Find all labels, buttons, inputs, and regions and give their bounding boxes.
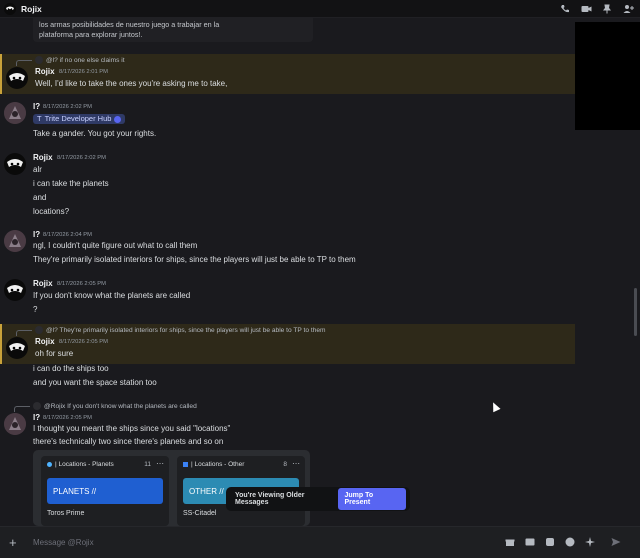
avatar[interactable] xyxy=(4,230,26,252)
column-banner: PLANETS // xyxy=(47,478,163,504)
author-name[interactable]: Rojix xyxy=(33,279,53,288)
column-count: 11 xyxy=(144,461,151,468)
message-list[interactable]: los armas posibilidades de nuestro juego… xyxy=(0,18,575,526)
add-attachment-icon[interactable]: + xyxy=(9,535,17,550)
chat-bubble-icon xyxy=(114,115,122,123)
more-options-icon: ⋯ xyxy=(156,459,164,468)
previous-message-card: los armas posibilidades de nuestro juego… xyxy=(33,18,313,42)
message-composer[interactable]: + Message @Rojix xyxy=(0,526,640,558)
message-text: ? xyxy=(33,305,38,314)
message-text: If you don't know what the planets are c… xyxy=(33,291,191,300)
message-text: alr xyxy=(33,165,42,174)
reply-avatar xyxy=(33,402,41,410)
message-text: I thought you meant the ships since you … xyxy=(33,424,231,433)
column-item: Toros Prime xyxy=(47,510,85,517)
message[interactable]: l? 8/17/2026 2:04 PM ngl, I couldn't qui… xyxy=(0,228,575,270)
message-text: Well, I'd like to take the ones you're a… xyxy=(35,79,228,88)
status-dot-icon xyxy=(47,462,52,467)
message-text: i can take the planets xyxy=(33,179,109,188)
avatar[interactable] xyxy=(4,279,26,301)
message[interactable]: l? 8/17/2026 2:02 PM T Trite Developer Hu… xyxy=(0,100,575,146)
reply-avatar xyxy=(35,326,43,334)
video-preview-panel[interactable] xyxy=(575,22,640,130)
author-name[interactable]: Rojix xyxy=(33,153,53,162)
gift-icon[interactable] xyxy=(504,536,516,548)
timestamp: 8/17/2026 2:05 PM xyxy=(57,281,106,287)
message-input[interactable]: Message @Rojix xyxy=(33,538,94,547)
message[interactable]: Rojix 8/17/2026 2:05 PM If you don't kno… xyxy=(0,278,575,318)
scrollbar[interactable] xyxy=(634,288,637,336)
message-text: Take a gander. You got your rights. xyxy=(33,129,157,138)
add-friend-icon[interactable] xyxy=(622,3,634,15)
reply-connector xyxy=(16,330,32,336)
author-name[interactable]: l? xyxy=(33,413,40,422)
video-call-icon[interactable] xyxy=(580,3,592,15)
column-header: | Locations - Planets xyxy=(55,461,114,468)
timestamp: 8/17/2026 2:04 PM xyxy=(43,232,92,238)
window-title: Rojix xyxy=(21,3,42,14)
previous-card-line: los armas posibilidades de nuestro juego… xyxy=(39,20,220,29)
message-text: oh for sure xyxy=(35,349,74,358)
reply-connector xyxy=(14,406,30,412)
message[interactable]: @Rojix If you don't know what the planet… xyxy=(0,400,575,446)
timestamp: 8/17/2026 2:05 PM xyxy=(59,339,108,345)
reply-connector xyxy=(16,60,32,66)
message[interactable]: Rojix 8/17/2026 2:02 PM alr i can take t… xyxy=(0,152,575,218)
send-icon[interactable] xyxy=(610,536,622,548)
avatar[interactable] xyxy=(4,153,26,175)
apps-icon[interactable] xyxy=(584,536,596,548)
channel-mention[interactable]: T Trite Developer Hub xyxy=(33,114,126,124)
column-count: 8 xyxy=(283,461,287,468)
timestamp: 8/17/2026 2:01 PM xyxy=(59,69,108,75)
message-text: i can do the ships too xyxy=(33,364,109,373)
author-name[interactable]: Rojix xyxy=(35,337,55,346)
reply-preview[interactable]: @Rojix If you don't know what the planet… xyxy=(33,402,197,410)
older-messages-text: You're Viewing Older Messages xyxy=(235,492,305,506)
column-header: | Locations - Other xyxy=(191,461,245,468)
author-name[interactable]: l? xyxy=(33,102,40,111)
locations-planets-column: | Locations - Planets 11 ⋯ PLANETS // To… xyxy=(41,456,169,526)
column-item: SS-Citadel xyxy=(183,510,217,517)
reply-text: @l? They're primarily isolated interiors… xyxy=(46,326,326,334)
message-text: They're primarily isolated interiors for… xyxy=(33,255,356,264)
reply-text: @l? if no one else claims it xyxy=(46,56,125,64)
previous-card-line: plataforma para explorar juntos!. xyxy=(39,30,143,39)
thread-icon: T xyxy=(37,114,42,123)
reply-preview[interactable]: @l? if no one else claims it xyxy=(35,56,125,64)
sticker-icon[interactable] xyxy=(544,536,556,548)
author-name[interactable]: l? xyxy=(33,230,40,239)
message-text: locations? xyxy=(33,207,70,216)
message-text: and xyxy=(33,193,47,202)
avatar[interactable] xyxy=(4,102,26,124)
title-bar: Rojix xyxy=(0,0,640,18)
avatar[interactable] xyxy=(4,2,16,15)
author-name[interactable]: Rojix xyxy=(35,67,55,76)
reply-text: @Rojix If you don't know what the planet… xyxy=(44,402,197,410)
jump-to-present-button[interactable]: Jump To Present xyxy=(338,488,406,510)
reply-preview[interactable]: @l? They're primarily isolated interiors… xyxy=(35,326,326,334)
message[interactable]: @l? if no one else claims it Rojix 8/17/… xyxy=(0,54,575,94)
avatar[interactable] xyxy=(6,67,28,89)
square-icon xyxy=(183,462,188,467)
older-messages-banner: You're Viewing Older Messages Jump To Pr… xyxy=(226,487,410,511)
message-text: and you want the space station too xyxy=(33,378,157,387)
timestamp: 8/17/2026 2:02 PM xyxy=(43,104,92,110)
message-text: there's technically two since there's pl… xyxy=(33,437,224,446)
phone-icon[interactable] xyxy=(559,3,571,15)
timestamp: 8/17/2026 2:02 PM xyxy=(57,155,106,161)
message-text: ngl, I couldn't quite figure out what to… xyxy=(33,241,198,250)
more-options-icon: ⋯ xyxy=(292,459,300,468)
timestamp: 8/17/2026 2:05 PM xyxy=(43,415,92,421)
gif-icon[interactable] xyxy=(524,536,536,548)
avatar[interactable] xyxy=(4,413,26,435)
emoji-icon[interactable] xyxy=(564,536,576,548)
channel-name: Trite Developer Hub xyxy=(44,114,112,123)
avatar[interactable] xyxy=(6,337,28,359)
reply-avatar xyxy=(35,56,43,64)
message[interactable]: @l? They're primarily isolated interiors… xyxy=(0,324,575,364)
pin-icon[interactable] xyxy=(601,3,613,15)
